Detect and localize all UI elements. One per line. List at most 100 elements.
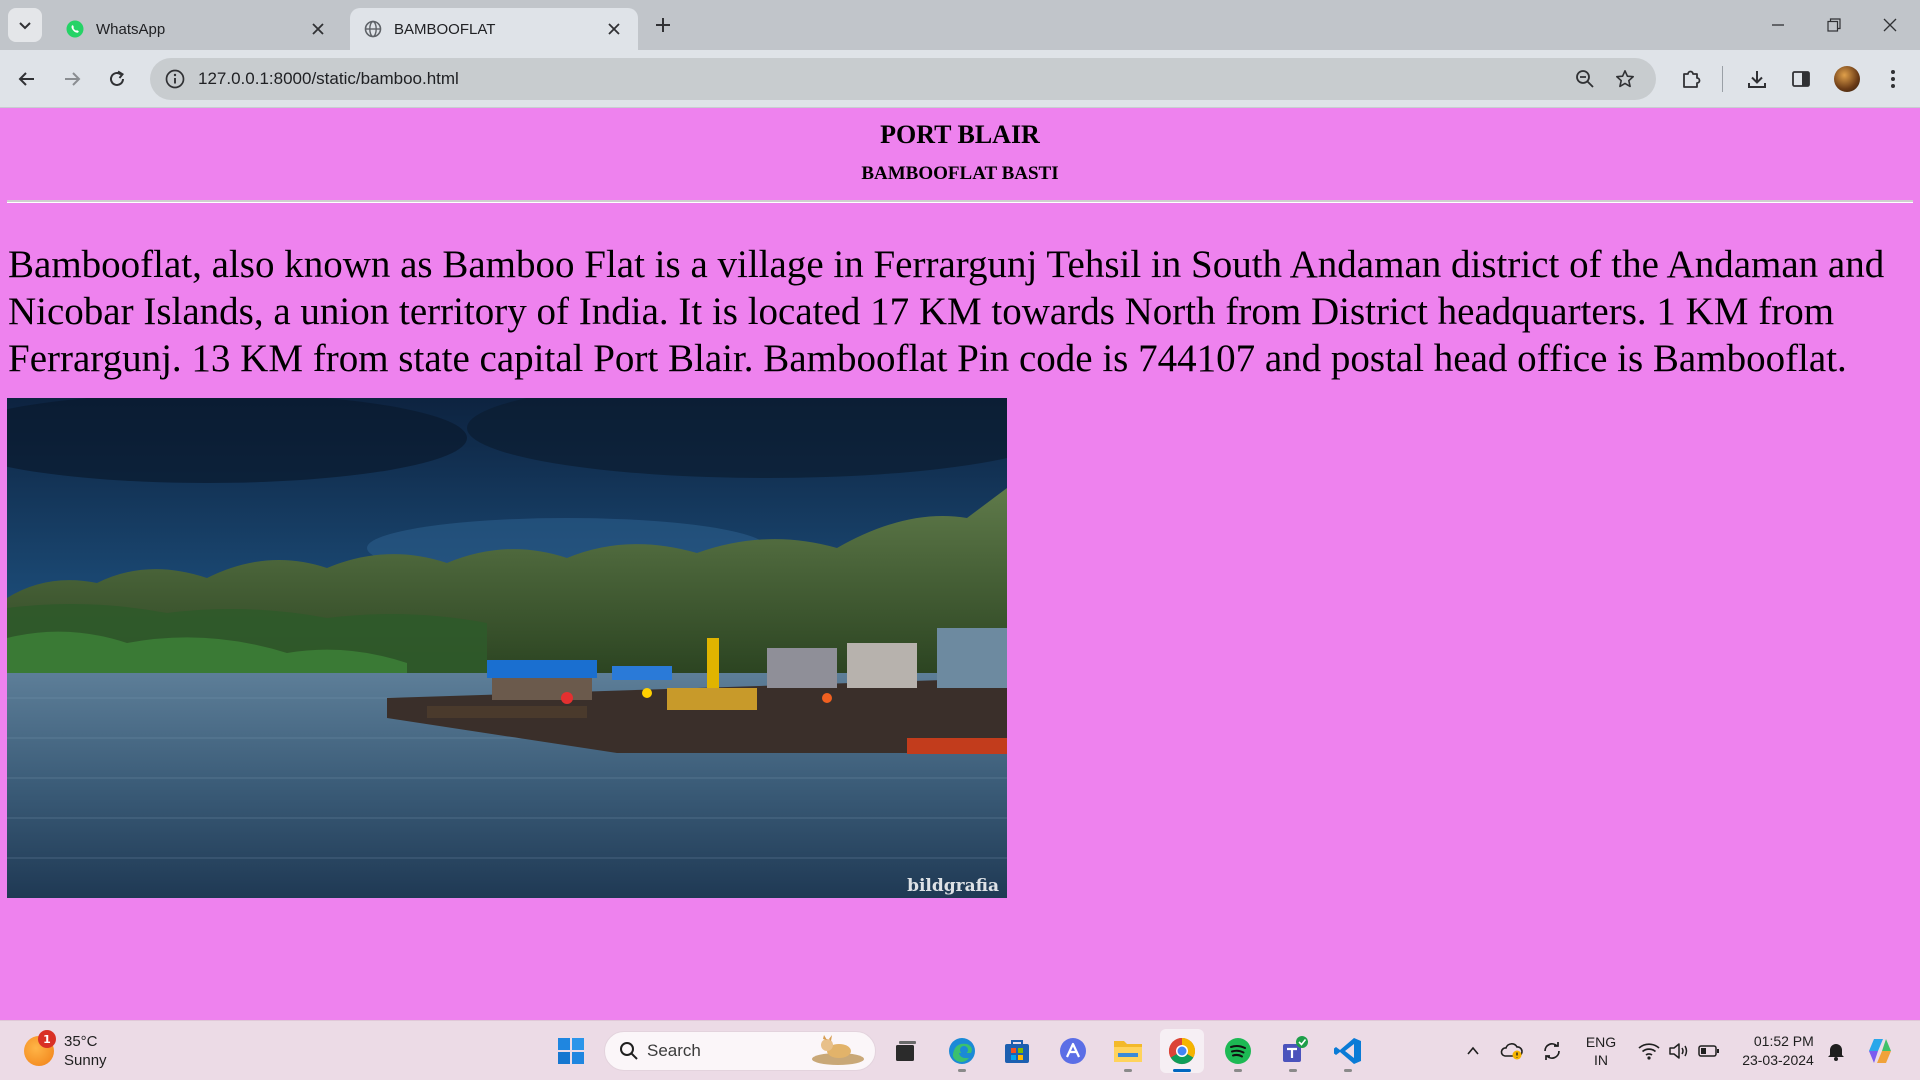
avatar [1834, 66, 1860, 92]
bell-icon [1828, 1044, 1844, 1061]
clock[interactable]: 01:52 PM 23-03-2024 [1736, 1031, 1820, 1071]
copilot-button[interactable] [1862, 1031, 1898, 1071]
more-vert-icon [1891, 70, 1895, 88]
copilot-app[interactable] [1051, 1029, 1095, 1073]
teams-icon [1283, 1036, 1308, 1062]
downloads-button[interactable] [1740, 62, 1774, 96]
task-view-button[interactable] [884, 1029, 928, 1073]
store-icon [1005, 1040, 1029, 1063]
chrome-app[interactable] [1160, 1029, 1204, 1073]
minimize-button[interactable] [1750, 0, 1806, 50]
windows-icon [558, 1038, 584, 1064]
arrow-right-icon [65, 72, 81, 86]
extensions-button[interactable] [1674, 62, 1708, 96]
wifi-tray[interactable] [1634, 1031, 1664, 1071]
restore-button[interactable] [1806, 0, 1862, 50]
close-tab-button[interactable] [604, 19, 624, 39]
close-icon [1883, 18, 1897, 32]
vscode-icon [1334, 1038, 1361, 1064]
close-icon [608, 23, 620, 35]
side-panel-icon [1792, 71, 1810, 87]
folder-icon [1114, 1041, 1142, 1062]
back-button[interactable] [10, 62, 44, 96]
close-window-button[interactable] [1862, 0, 1918, 50]
star-icon [1616, 70, 1634, 88]
zoom-button[interactable] [1568, 62, 1602, 96]
spotify-icon [1225, 1038, 1251, 1064]
close-tab-button[interactable] [308, 19, 328, 39]
image-watermark: bildgrafia [907, 876, 999, 896]
edge-app[interactable] [940, 1029, 984, 1073]
file-explorer-app[interactable] [1106, 1029, 1150, 1073]
sun-icon: 1 [24, 1030, 56, 1066]
notifications-button[interactable] [1822, 1031, 1850, 1071]
vscode-app[interactable] [1326, 1029, 1370, 1073]
edge-icon [949, 1038, 975, 1064]
plus-icon [656, 18, 670, 32]
site-info-icon[interactable] [164, 68, 186, 90]
zoom-out-icon [1576, 70, 1594, 88]
spotify-app[interactable] [1216, 1029, 1260, 1073]
battery-icon [1698, 1045, 1719, 1057]
chrome-icon [1168, 1037, 1196, 1065]
sync-icon [1544, 1042, 1560, 1060]
browser-menu-button[interactable] [1876, 62, 1910, 96]
tab-search-button[interactable] [8, 8, 42, 42]
bambooflat-photo: bildgrafia [7, 398, 1007, 898]
globe-icon [364, 20, 382, 38]
web-page: PORT BLAIR BAMBOOFLAT BASTI Bambooflat, … [0, 108, 1920, 1020]
address-bar[interactable]: 127.0.0.1:8000/static/bamboo.html [150, 58, 1656, 100]
description-paragraph: Bambooflat, also known as Bamboo Flat is… [8, 243, 1885, 380]
reload-button[interactable] [100, 62, 134, 96]
weather-condition: Sunny [64, 1052, 107, 1069]
start-button[interactable] [549, 1029, 593, 1073]
copilot-icon [1869, 1039, 1891, 1063]
divider [7, 200, 1913, 203]
weather-temperature: 35°C [64, 1033, 98, 1050]
speaker-icon [1669, 1043, 1688, 1059]
battery-tray[interactable] [1694, 1031, 1724, 1071]
chevron-down-icon [19, 22, 31, 30]
bookmark-button[interactable] [1608, 62, 1642, 96]
puzzle-icon [1683, 70, 1701, 88]
arrow-left-icon [18, 72, 34, 86]
close-icon [312, 23, 324, 35]
whatsapp-icon [66, 20, 84, 38]
notification-badge: 1 [38, 1030, 56, 1048]
restore-icon [1827, 18, 1841, 32]
taskbar-search[interactable]: Search [604, 1031, 876, 1071]
language-code: ENG [1585, 1034, 1617, 1050]
tab-whatsapp[interactable]: WhatsApp [52, 8, 342, 50]
language-indicator[interactable]: ENG IN [1578, 1031, 1624, 1071]
onedrive-tray[interactable] [1498, 1031, 1526, 1071]
url-text[interactable]: 127.0.0.1:8000/static/bamboo.html [198, 69, 1568, 89]
weather-widget[interactable]: 1 35°C Sunny [24, 1029, 107, 1073]
teams-app[interactable] [1271, 1029, 1315, 1073]
new-tab-button[interactable] [650, 12, 676, 38]
region-code: IN [1594, 1052, 1608, 1068]
tab-title: BAMBOOFLAT [394, 20, 496, 38]
tab-bambooflat[interactable]: BAMBOOFLAT [350, 8, 638, 50]
toolbar-divider [1722, 66, 1723, 92]
chevron-up-icon [1467, 1046, 1479, 1055]
show-hidden-icons-button[interactable] [1460, 1031, 1486, 1071]
clock-time: 01:52 PM [1753, 1033, 1814, 1049]
page-heading: PORT BLAIR [880, 120, 1040, 149]
tab-title: WhatsApp [96, 20, 166, 38]
page-subheading: BAMBOOFLAT BASTI [861, 163, 1059, 184]
minimize-icon [1772, 24, 1784, 26]
cloud-warning-icon [1500, 1043, 1523, 1060]
side-panel-button[interactable] [1784, 62, 1818, 96]
clock-date: 23-03-2024 [1742, 1052, 1814, 1068]
wifi-icon [1638, 1043, 1660, 1060]
forward-button[interactable] [55, 62, 89, 96]
harbor-landscape-image [7, 398, 1007, 898]
store-app[interactable] [995, 1029, 1039, 1073]
task-view-icon [896, 1041, 916, 1061]
search-icon [620, 1042, 638, 1060]
volume-tray[interactable] [1664, 1031, 1694, 1071]
sync-tray[interactable] [1538, 1031, 1566, 1071]
tab-strip: WhatsApp BAMBOOFLAT [0, 0, 1920, 50]
profile-button[interactable] [1830, 62, 1864, 96]
search-highlight-icon [812, 1035, 864, 1065]
